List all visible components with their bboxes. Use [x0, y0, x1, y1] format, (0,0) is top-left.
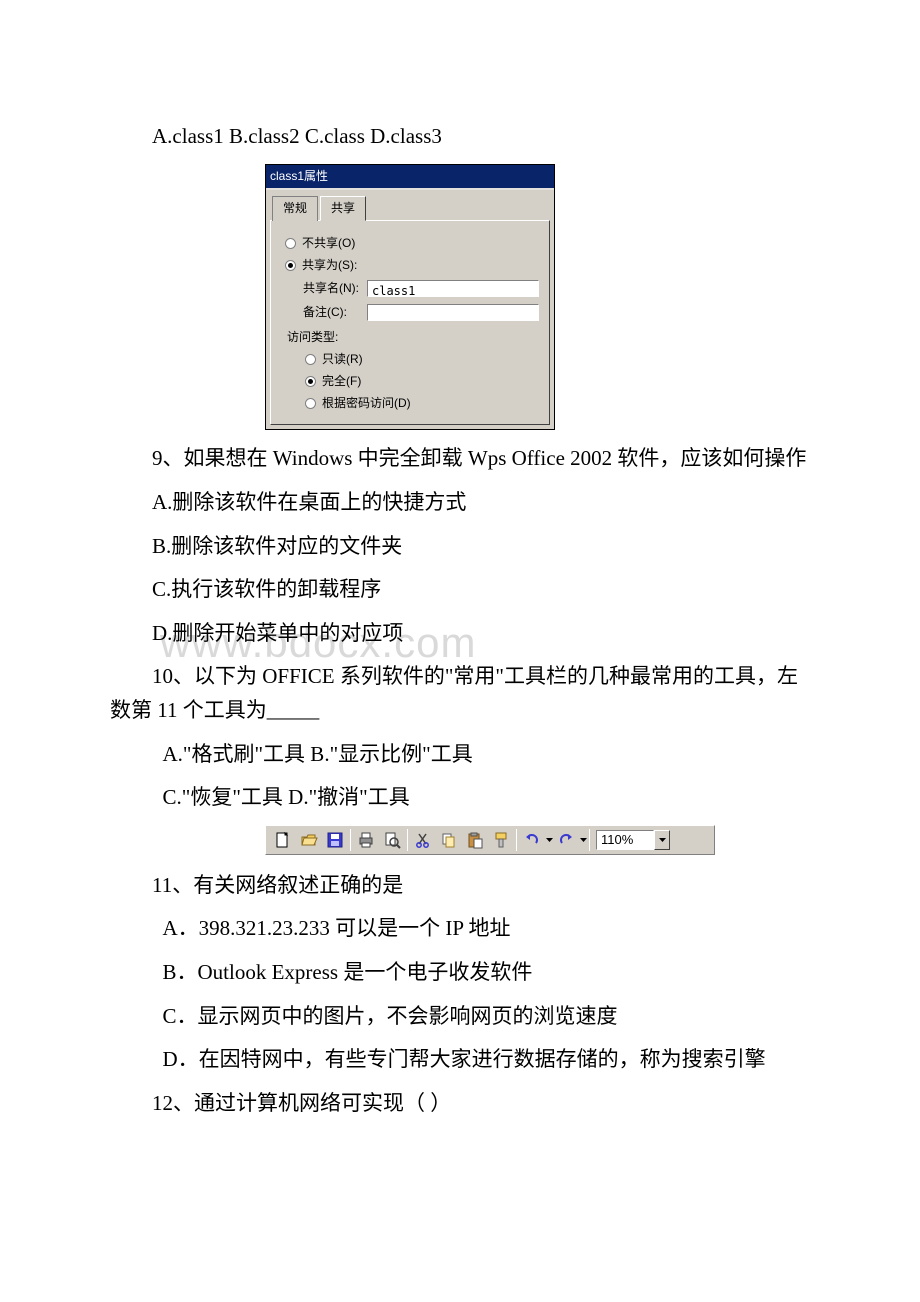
office-toolbar: 110%: [265, 825, 715, 855]
q11-c: C．显示网页中的图片，不会影响网页的浏览速度: [110, 1000, 810, 1034]
toolbar-separator: [516, 829, 517, 851]
tab-sharing[interactable]: 共享: [320, 196, 366, 221]
undo-dropdown[interactable]: [545, 828, 553, 852]
save-icon[interactable]: [323, 828, 347, 852]
print-preview-icon[interactable]: [380, 828, 404, 852]
q9-stem: 9、如果想在 Windows 中完全卸载 Wps Office 2002 软件，…: [110, 442, 810, 476]
q12-stem: 12、通过计算机网络可实现（ ）: [110, 1087, 810, 1121]
q11-b: B．Outlook Express 是一个电子收发软件: [110, 956, 810, 990]
label-full: 完全(F): [322, 372, 361, 391]
q11-d: D．在因特网中，有些专门帮大家进行数据存储的，称为搜索引擎: [110, 1043, 810, 1077]
print-icon[interactable]: [354, 828, 378, 852]
zoom-dropdown[interactable]: [654, 830, 670, 850]
q11-stem: 11、有关网络叙述正确的是: [110, 869, 810, 903]
paste-icon[interactable]: [463, 828, 487, 852]
label-share-name: 共享名(N):: [303, 279, 367, 298]
new-icon[interactable]: [271, 828, 295, 852]
q11-a: A．398.321.23.233 可以是一个 IP 地址: [110, 912, 810, 946]
open-icon[interactable]: [297, 828, 321, 852]
label-readonly: 只读(R): [322, 350, 363, 369]
q9-a: A.删除该软件在桌面上的快捷方式: [110, 486, 810, 520]
input-share-name[interactable]: class1: [367, 280, 539, 297]
redo-icon[interactable]: [554, 828, 578, 852]
format-painter-icon[interactable]: [489, 828, 513, 852]
q9-b: B.删除该软件对应的文件夹: [110, 530, 810, 564]
label-share-as: 共享为(S):: [302, 256, 357, 275]
input-comment[interactable]: [367, 304, 539, 321]
share-properties-dialog: class1属性 常规 共享 不共享(O) 共享为(S): 共享名(N): cl…: [265, 164, 555, 431]
toolbar-separator: [589, 829, 590, 851]
q8-options: A.class1 B.class2 C.class D.class3: [110, 120, 810, 154]
undo-icon[interactable]: [520, 828, 544, 852]
radio-full[interactable]: [305, 376, 316, 387]
dialog-title: class1属性: [266, 165, 554, 188]
toolbar-separator: [350, 829, 351, 851]
q10-ab: A."格式刷"工具 B."显示比例"工具: [110, 738, 810, 772]
copy-icon[interactable]: [437, 828, 461, 852]
toolbar-separator: [407, 829, 408, 851]
label-access-type: 访问类型:: [287, 328, 539, 347]
radio-share-as[interactable]: [285, 260, 296, 271]
q9-d: D.删除开始菜单中的对应项: [110, 617, 810, 651]
tab-general[interactable]: 常规: [272, 196, 318, 221]
q10-cd: C."恢复"工具 D."撤消"工具: [110, 781, 810, 815]
q10-stem: 10、以下为 OFFICE 系列软件的"常用"工具栏的几种最常用的工具，左数第 …: [110, 660, 810, 727]
redo-dropdown[interactable]: [579, 828, 587, 852]
q9-c: C.执行该软件的卸载程序: [110, 573, 810, 607]
zoom-input[interactable]: 110%: [596, 830, 654, 850]
label-password: 根据密码访问(D): [322, 394, 411, 413]
cut-icon[interactable]: [411, 828, 435, 852]
radio-not-shared[interactable]: [285, 238, 296, 249]
label-comment: 备注(C):: [303, 303, 367, 322]
radio-readonly[interactable]: [305, 354, 316, 365]
label-not-shared: 不共享(O): [302, 234, 355, 253]
radio-password[interactable]: [305, 398, 316, 409]
